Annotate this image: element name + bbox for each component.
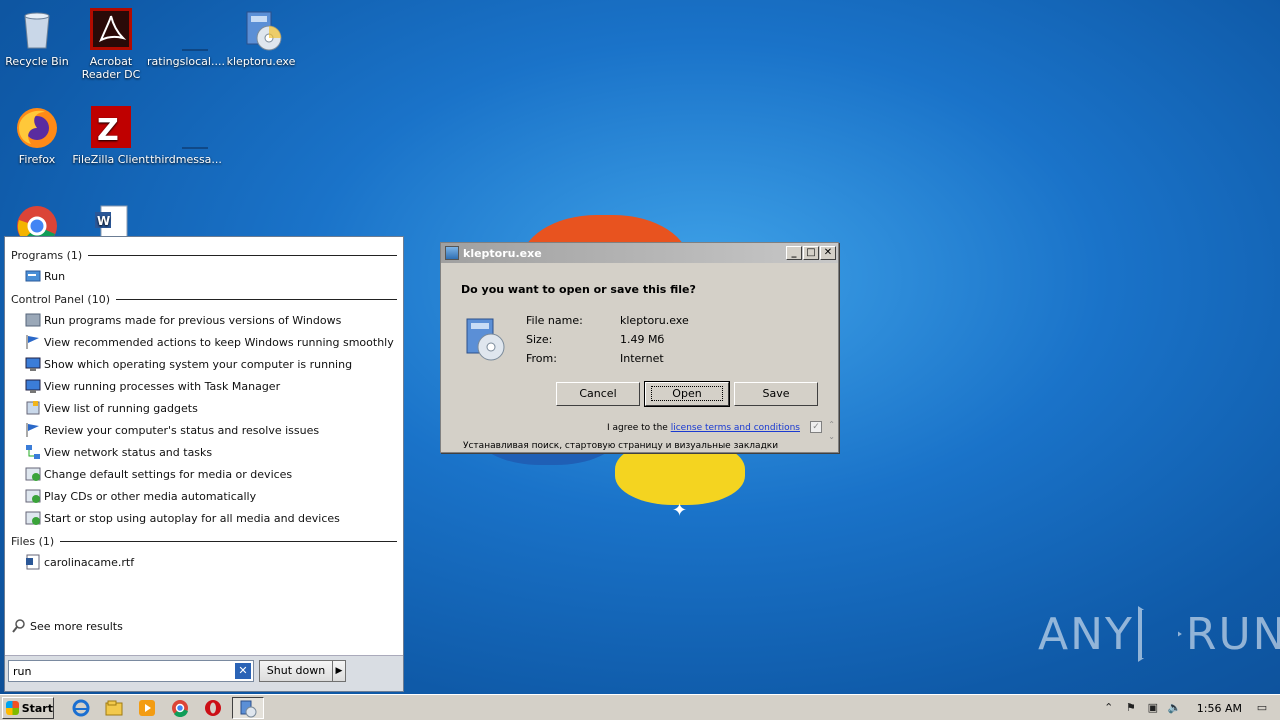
desktop-icon-thirdmessa[interactable]: thirdmessa... — [147, 106, 226, 166]
open-button[interactable]: Open — [644, 381, 730, 407]
opera-icon[interactable] — [204, 699, 222, 717]
anyrun-watermark: ANY RUN — [1038, 606, 1280, 662]
media-player-icon[interactable] — [138, 699, 156, 717]
clock[interactable]: 1:56 AM — [1197, 702, 1242, 715]
control-panel-item[interactable]: View running processes with Task Manager — [5, 375, 403, 397]
maximize-button[interactable]: □ — [803, 246, 819, 260]
program-item-run[interactable]: Run — [5, 265, 403, 287]
dialog-title-bar: kleptoru.exe — [441, 243, 838, 263]
start-search-box: ✕ — [8, 660, 254, 682]
acrobat-icon — [89, 8, 133, 52]
size-row: Size: 1.49 Мб — [526, 333, 665, 346]
shutdown-options-button[interactable]: ▶ — [332, 660, 346, 682]
firefox-icon — [15, 106, 59, 150]
control-panel-item[interactable]: Review your computer's status and resolv… — [5, 419, 403, 441]
see-more-results[interactable]: See more results — [5, 615, 123, 637]
start-button[interactable]: Start — [2, 697, 54, 719]
flag-icon — [25, 422, 41, 438]
chrome-icon[interactable] — [171, 699, 189, 718]
desktop-icon-firefox[interactable]: Firefox — [0, 106, 76, 166]
files-section-header: Files (1) — [5, 531, 403, 551]
svg-text:W: W — [97, 214, 110, 228]
file-name-row: File name: kleptoru.exe — [526, 314, 689, 327]
volume-icon[interactable]: 🔈 — [1167, 701, 1183, 715]
scroll-arrows-icon[interactable]: ⌃ ⌄ — [828, 419, 835, 443]
save-button[interactable]: Save — [734, 382, 818, 406]
network-icon[interactable]: ▣ — [1145, 701, 1161, 715]
show-hidden-icons-button[interactable]: ⌃ — [1101, 701, 1117, 715]
recycle-bin-icon — [15, 8, 59, 52]
play-icon — [1137, 606, 1182, 662]
from-value: Internet — [620, 352, 664, 365]
programs-section-header: Programs (1) — [5, 245, 403, 265]
media-icon — [25, 466, 41, 482]
desktop-icon-ratingslocal[interactable]: ratingslocal.... — [147, 8, 226, 68]
sparkle-cursor-icon: ✦ — [672, 500, 688, 521]
installer-icon — [445, 246, 459, 260]
dialog-question: Do you want to open or save this file? — [461, 283, 696, 296]
from-row: From: Internet — [526, 352, 664, 365]
control-panel-item[interactable]: Change default settings for media or dev… — [5, 463, 403, 485]
offer-text: Устанавливая поиск, стартовую страницу и… — [463, 441, 779, 451]
blank-file-icon — [164, 8, 226, 52]
shutdown-button[interactable]: Shut down — [259, 660, 333, 682]
control-panel-section-header: Control Panel (10) — [5, 289, 403, 309]
file-item[interactable]: carolinacame.rtf — [5, 551, 403, 573]
network-icon — [25, 444, 41, 460]
taskbar: Start ⌃ ⚑ ▣ 🔈 1:56 AM ▭ — [0, 694, 1280, 720]
svg-text:Z: Z — [97, 113, 119, 148]
cancel-button[interactable]: Cancel — [556, 382, 640, 406]
compat-icon — [25, 312, 41, 328]
control-panel-item[interactable]: Start or stop using autoplay for all med… — [5, 507, 403, 529]
system-icon — [25, 378, 41, 394]
control-panel-item[interactable]: View list of running gadgets — [5, 397, 403, 419]
action-center-flag-icon[interactable]: ⚑ — [1123, 701, 1139, 715]
minimize-button[interactable]: _ — [786, 246, 802, 260]
media-icon — [25, 488, 41, 504]
installer-icon — [240, 700, 257, 718]
close-button[interactable]: ✕ — [820, 246, 836, 260]
desktop-icon-acrobat[interactable]: Acrobat Reader DC — [72, 8, 150, 81]
desktop-icon-kleptoru[interactable]: kleptoru.exe — [222, 8, 300, 68]
rtf-file-icon — [25, 554, 41, 570]
start-menu-bottom: ✕ Shut down ▶ — [5, 655, 403, 691]
agree-checkbox[interactable]: ✓ — [810, 421, 822, 433]
media-icon — [25, 510, 41, 526]
system-icon — [25, 356, 41, 372]
run-icon — [25, 268, 41, 284]
control-panel-item[interactable]: Play CDs or other media automatically — [5, 485, 403, 507]
taskbar-kleptoru[interactable] — [232, 697, 264, 719]
control-panel-item[interactable]: View recommended actions to keep Windows… — [5, 331, 403, 353]
download-dialog: kleptoru.exe _ □ ✕ Do you want to open o… — [440, 242, 839, 453]
size-value: 1.49 Мб — [620, 333, 665, 346]
search-input[interactable] — [9, 661, 229, 681]
show-desktop-icon[interactable]: ▭ — [1254, 701, 1270, 715]
blank-file-icon — [164, 106, 226, 150]
control-panel-item[interactable]: Run programs made for previous versions … — [5, 309, 403, 331]
clear-search-button[interactable]: ✕ — [235, 663, 251, 679]
control-panel-item[interactable]: Show which operating system your compute… — [5, 353, 403, 375]
installer-icon — [461, 315, 509, 363]
file-name-value: kleptoru.exe — [620, 314, 689, 327]
ie-icon[interactable] — [72, 699, 90, 717]
start-menu: Programs (1) Run Control Panel (10) Run … — [4, 236, 404, 692]
system-tray: ⌃ ⚑ ▣ 🔈 1:56 AM ▭ — [1101, 697, 1276, 719]
installer-icon — [239, 8, 283, 52]
license-link[interactable]: license terms and conditions — [671, 423, 800, 433]
windows-logo-icon — [6, 701, 19, 715]
filezilla-icon: Z — [89, 106, 133, 150]
desktop-icon-recycle-bin[interactable]: Recycle Bin — [0, 8, 76, 68]
explorer-icon[interactable] — [105, 699, 123, 717]
agree-text: I agree to the license terms and conditi… — [606, 423, 800, 433]
desktop-icon-filezilla[interactable]: Z FileZilla Client — [72, 106, 150, 166]
gadgets-icon — [25, 400, 41, 416]
search-icon — [11, 618, 27, 634]
flag-icon — [25, 334, 41, 350]
control-panel-item[interactable]: View network status and tasks — [5, 441, 403, 463]
